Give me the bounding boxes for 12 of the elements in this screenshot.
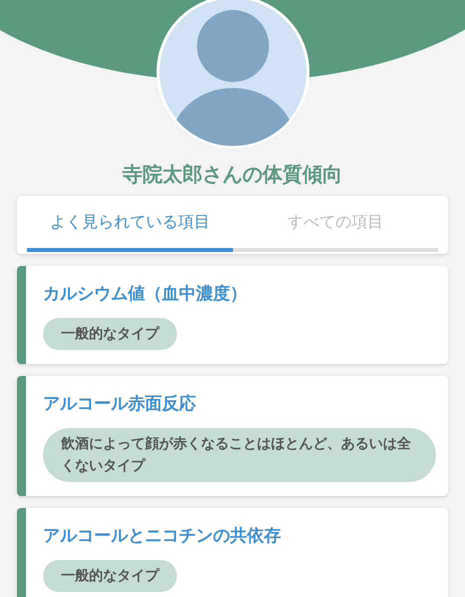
trait-name: アルコールとニコチンの共依存 [43, 525, 281, 548]
trait-result: 飲酒によって顔が赤くなることはほとんど、あるいは全くないタイプ [43, 428, 436, 482]
trait-result: 一般的なタイプ [43, 318, 177, 350]
page-title: 寺院太郎さんの体質傾向 [122, 161, 344, 188]
trait-name: カルシウム値（血中濃度） [43, 283, 247, 306]
trait-result: 一般的なタイプ [43, 560, 177, 592]
trait-card[interactable]: アルコール赤面反応 飲酒によって顔が赤くなることはほとんど、あるいは全くないタイプ [17, 376, 448, 496]
trait-name: アルコール赤面反応 [43, 393, 196, 416]
trait-card[interactable]: カルシウム値（血中濃度） 一般的なタイプ [17, 266, 448, 364]
trait-card[interactable]: アルコールとニコチンの共依存 一般的なタイプ [17, 508, 448, 597]
avatar-icon [154, 0, 310, 150]
tab[interactable]: よく見られている項目 [27, 210, 232, 252]
